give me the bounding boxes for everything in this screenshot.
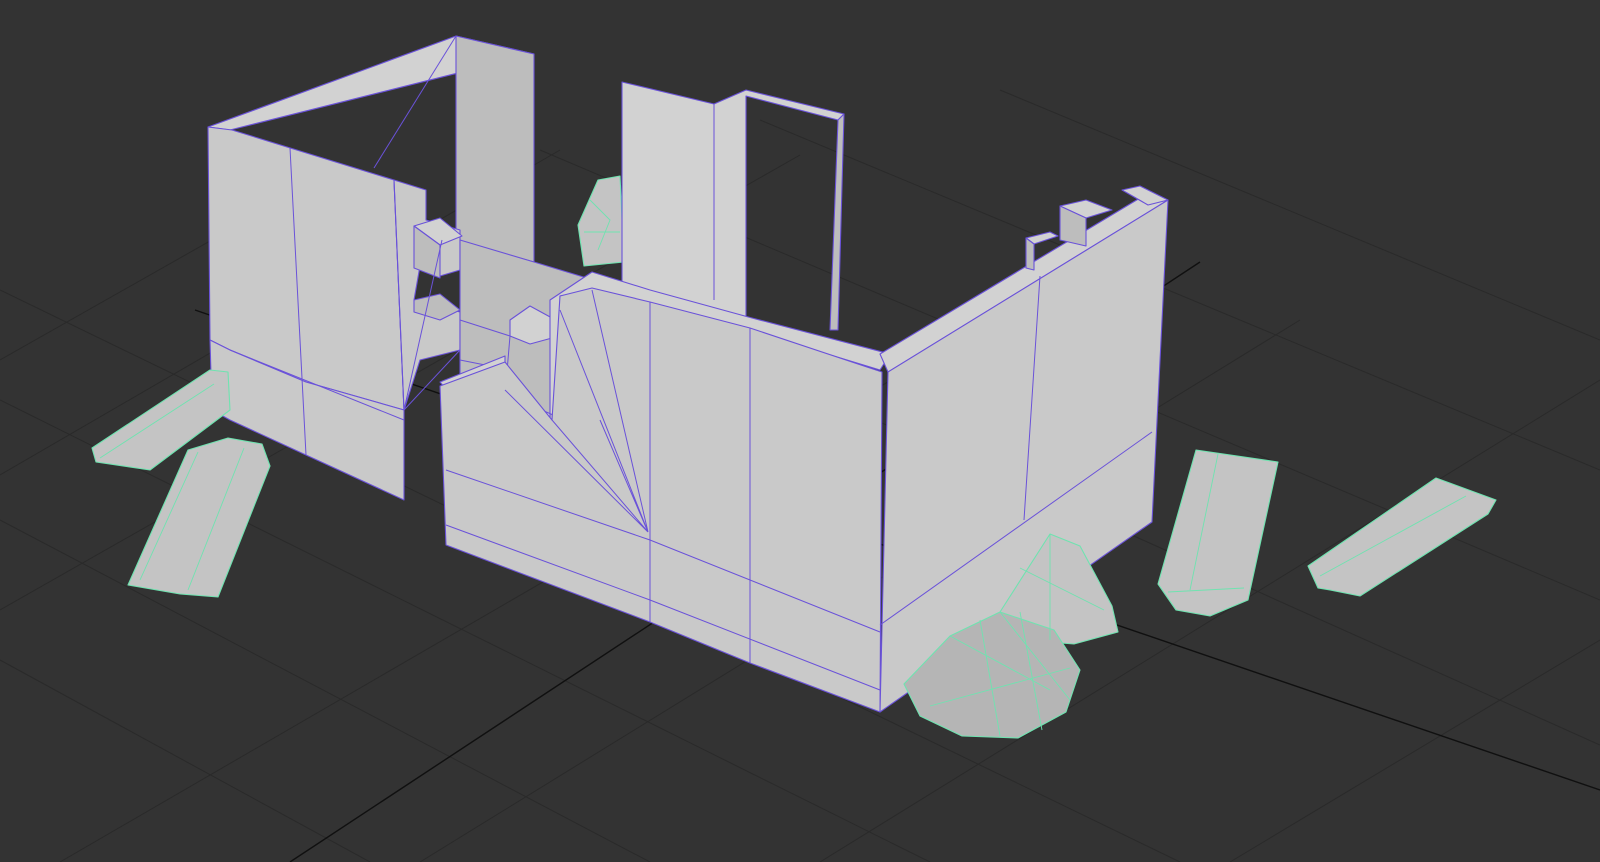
rubble-plank-right-b[interactable] xyxy=(1307,477,1497,597)
rubble-boulder-back[interactable] xyxy=(577,175,625,267)
rubble-plank-right-a[interactable] xyxy=(1157,449,1279,617)
3d-viewport[interactable] xyxy=(0,0,1600,862)
scene-canvas[interactable] xyxy=(0,0,1600,862)
